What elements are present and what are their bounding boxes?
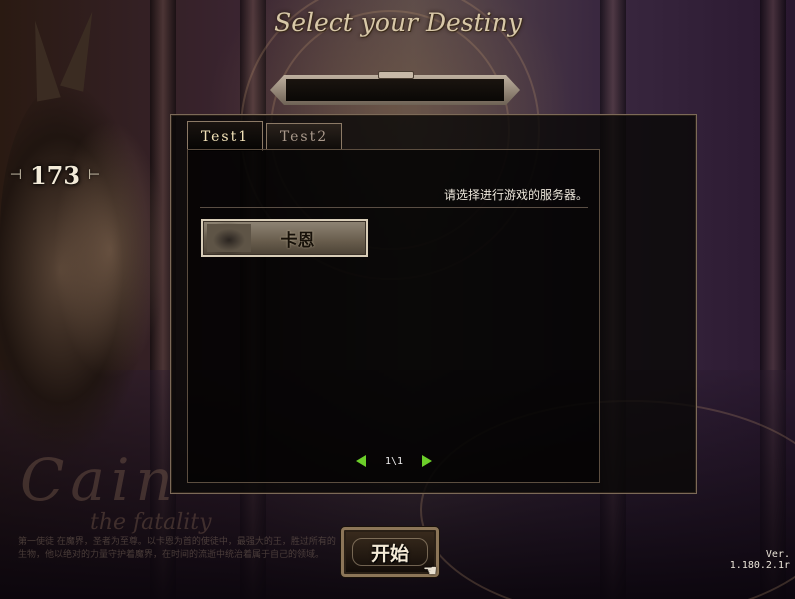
- watermark-subtitle: the fatality: [90, 510, 212, 535]
- prompt-divider: [200, 207, 588, 208]
- pointer-hand-icon: ☚: [423, 561, 438, 580]
- start-button-frame: [352, 538, 428, 566]
- armor-spike: [60, 8, 104, 92]
- server-prompt: 请选择进行游戏的服务器。: [443, 188, 588, 202]
- character-name-field: [286, 79, 504, 101]
- server-thumbnail: [207, 224, 251, 252]
- character-fur: [40, 90, 190, 410]
- server-button-kain[interactable]: 卡恩: [201, 219, 368, 257]
- triangle-right-icon[interactable]: [422, 455, 432, 467]
- character-level-badge: ⊣ 173 ⊢: [0, 160, 110, 190]
- character-lore: 第一使徒 在魔界，圣者为至尊。以卡恩为首的使徒中，最强大的王，胜过所有的生物，他…: [18, 537, 336, 560]
- pagination: 1\1: [356, 453, 432, 469]
- character-name-bar: [270, 75, 520, 105]
- page-indicator: 1\1: [384, 455, 404, 467]
- triangle-left-icon[interactable]: [356, 455, 366, 467]
- page-title: Select your Destiny: [274, 8, 522, 37]
- level-next-arrow-icon[interactable]: ⊢: [88, 167, 100, 183]
- server-button-label: 卡恩: [280, 230, 315, 251]
- level-prev-arrow-icon[interactable]: ⊣: [10, 167, 22, 183]
- name-bar-ornament: [378, 71, 414, 79]
- version-label: Ver. 1.180.2.1r: [729, 549, 790, 571]
- armor-spike: [23, 18, 61, 102]
- tab-test2[interactable]: Test2: [266, 123, 342, 150]
- character-level: 173: [29, 160, 81, 190]
- tab-test1[interactable]: Test1: [187, 121, 263, 151]
